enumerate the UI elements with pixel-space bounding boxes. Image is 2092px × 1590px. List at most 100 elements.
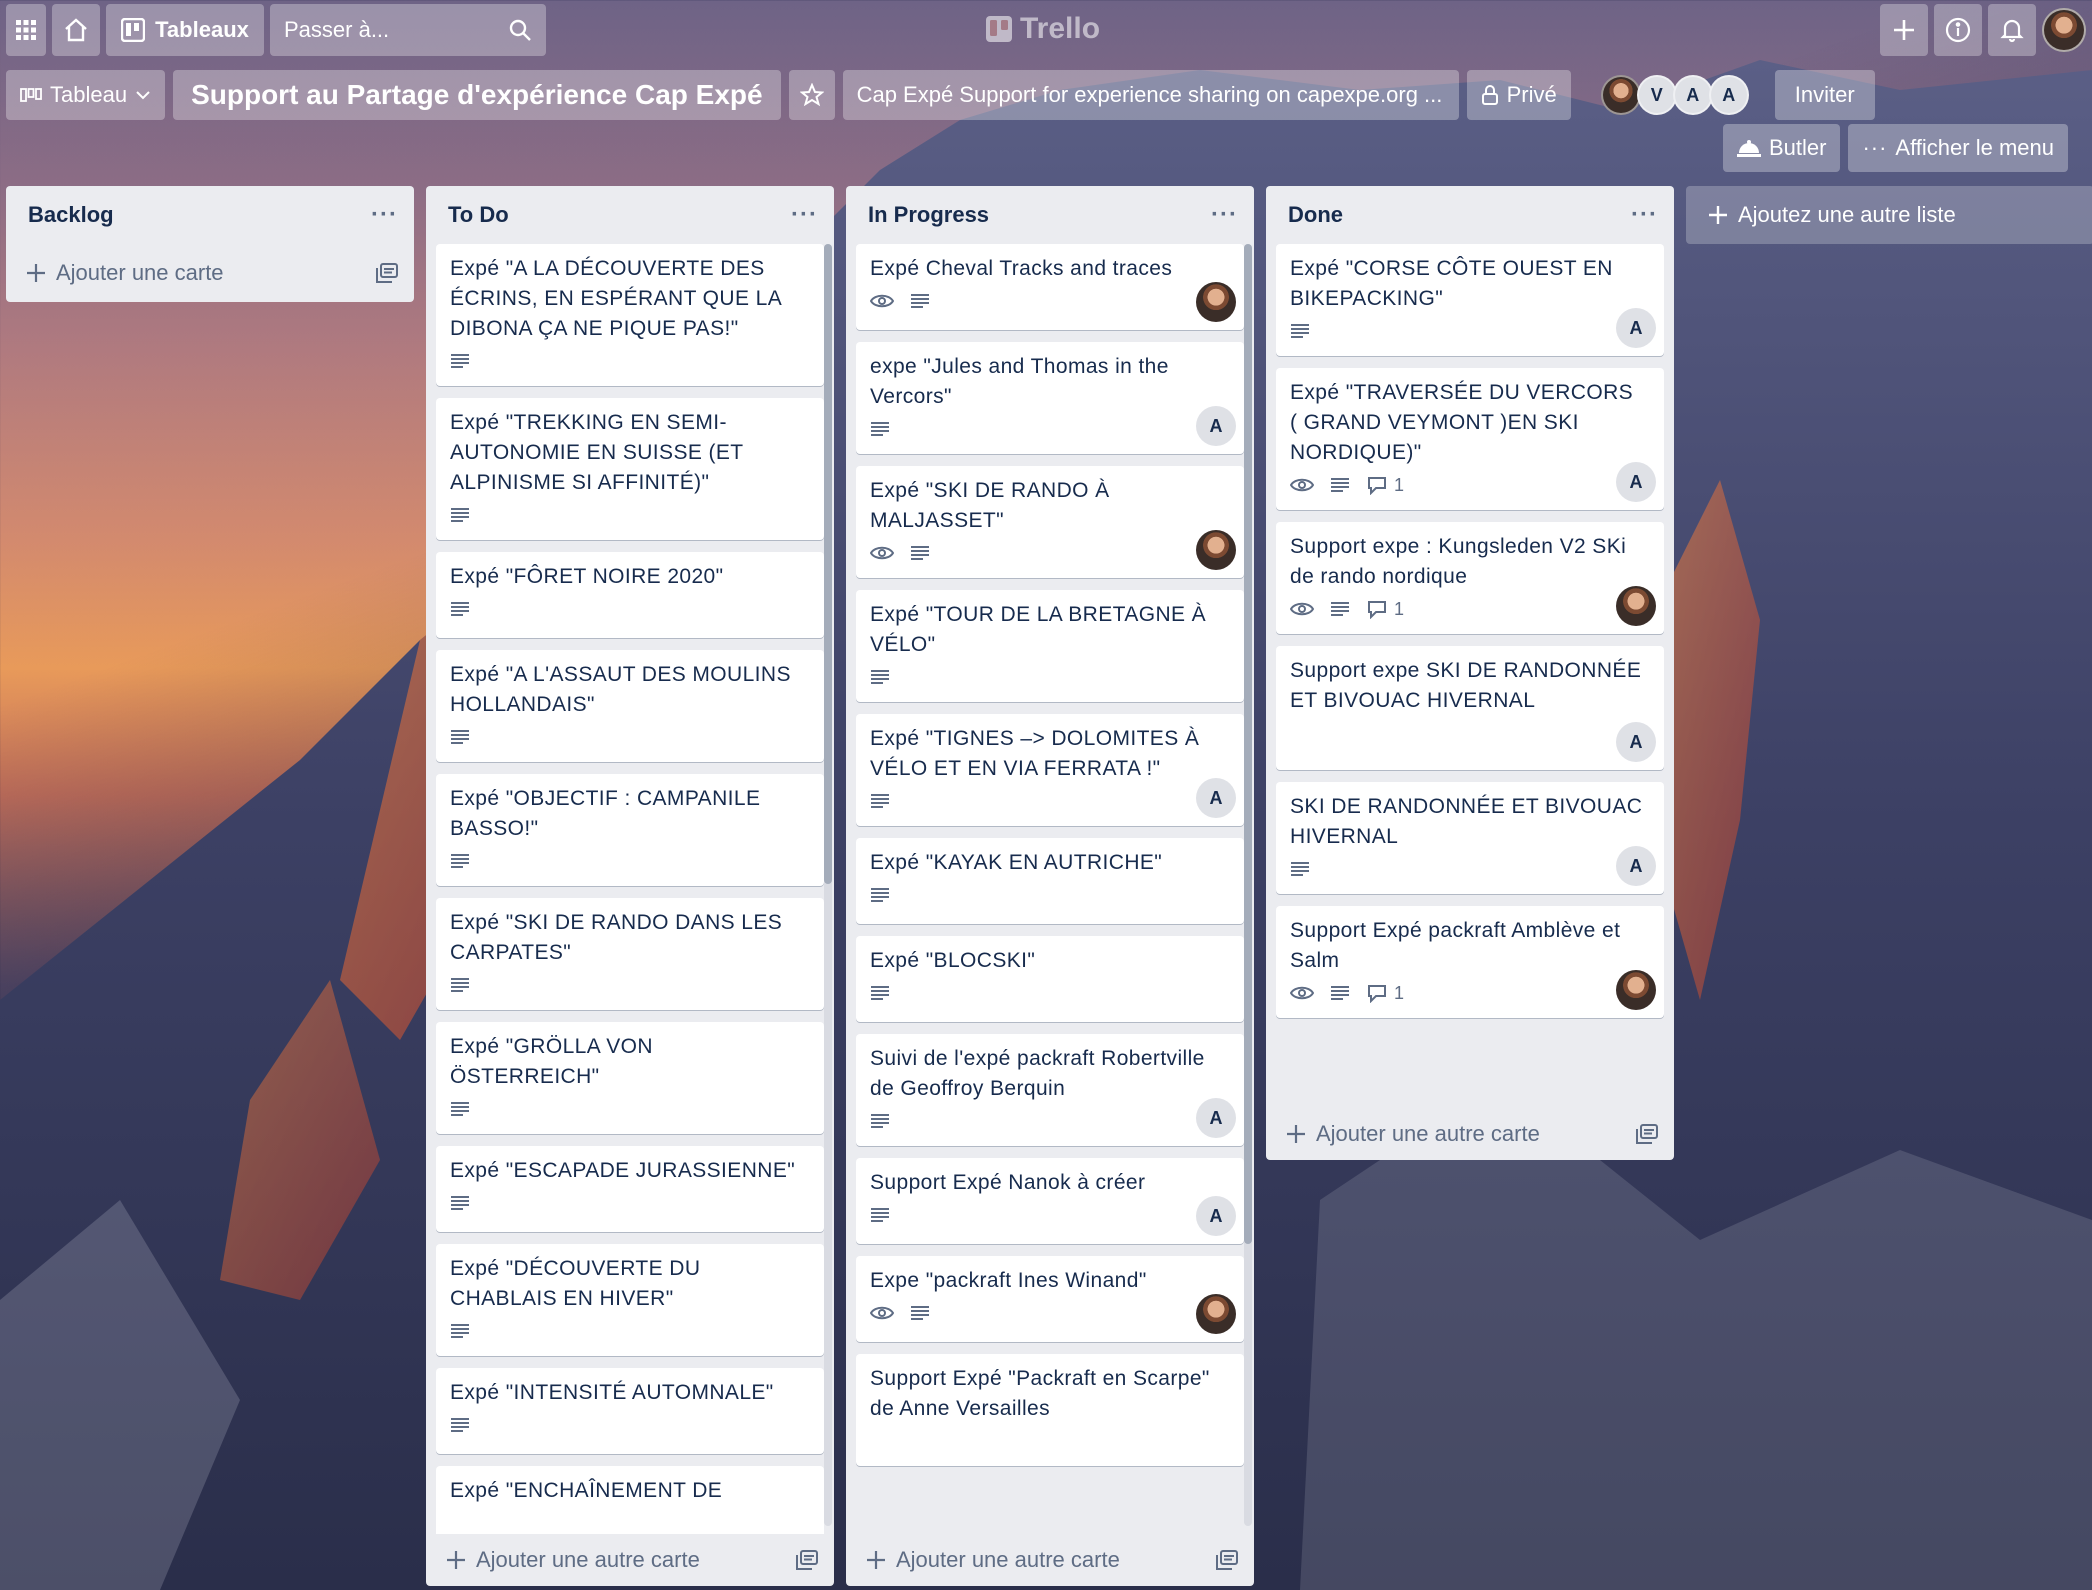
card[interactable]: Expé "FÔRET NOIRE 2020" [436, 552, 824, 638]
list-header[interactable]: In Progress ··· [846, 186, 1254, 244]
description-icon [450, 853, 470, 869]
list-menu-icon[interactable]: ··· [1211, 201, 1238, 229]
card-member-avatar[interactable]: A [1616, 846, 1656, 886]
star-button[interactable] [788, 70, 835, 120]
card[interactable]: Expé "TRAVERSÉE DU VERCORS ( GRAND VEYMO… [1276, 368, 1664, 510]
card-badges [870, 536, 1232, 570]
card[interactable]: Expé "TOUR DE LA BRETAGNE À VÉLO" [856, 590, 1244, 702]
invite-button[interactable]: Inviter [1774, 70, 1875, 120]
card-member-avatar[interactable] [1616, 970, 1656, 1010]
card[interactable]: Expé "INTENSITÉ AUTOMNALE" [436, 1368, 824, 1454]
card[interactable]: Expé "ESCAPADE JURASSIENNE" [436, 1146, 824, 1232]
list-title[interactable]: Backlog [28, 202, 114, 228]
description-icon [910, 545, 930, 561]
lock-icon [1481, 85, 1498, 105]
card[interactable]: Support Expé packraft Amblève et Salm 1 [1276, 906, 1664, 1018]
card-template-icon[interactable] [1636, 1124, 1658, 1144]
card[interactable]: Expé "SKI DE RANDO DANS LES CARPATES" [436, 898, 824, 1010]
description-icon [870, 1113, 890, 1129]
card-member-avatar[interactable]: A [1196, 778, 1236, 818]
card-member-avatar[interactable] [1196, 282, 1236, 322]
member-avatar[interactable]: A [1672, 75, 1713, 115]
info-button[interactable] [1934, 4, 1982, 56]
card-member-avatar[interactable]: A [1616, 722, 1656, 762]
add-list-button[interactable]: Ajoutez une autre liste [1686, 186, 2092, 244]
list-menu-icon[interactable]: ··· [371, 201, 398, 229]
boards-button[interactable]: Tableaux [106, 4, 264, 56]
card-template-icon[interactable] [796, 1550, 818, 1570]
list-header[interactable]: Backlog ··· [6, 186, 414, 244]
card[interactable]: Expé "KAYAK EN AUTRICHE" [856, 838, 1244, 924]
search-placeholder: Passer à... [284, 17, 390, 42]
card[interactable]: Expé "BLOCSKI" [856, 936, 1244, 1022]
card[interactable]: Support Expé "Packraft en Scarpe" de Ann… [856, 1354, 1244, 1466]
card-member-avatar[interactable] [1196, 530, 1236, 570]
trello-logo[interactable]: Trello [986, 12, 1100, 46]
card-member-avatar[interactable]: A [1196, 406, 1236, 446]
create-button[interactable] [1880, 4, 1928, 56]
card[interactable]: Expe "packraft Ines Winand" [856, 1256, 1244, 1342]
list-header[interactable]: To Do ··· [426, 186, 834, 244]
add-card-label: Ajouter une autre carte [1316, 1121, 1540, 1146]
card-badges [450, 1408, 812, 1442]
card-template-icon[interactable] [376, 263, 398, 283]
search-input[interactable]: Passer à... [270, 4, 546, 56]
member-avatar[interactable] [1600, 75, 1641, 115]
card[interactable]: Expé "GRÖLLA VON ÖSTERREICH" [436, 1022, 824, 1134]
card-member-avatar[interactable]: A [1196, 1098, 1236, 1138]
card-member-avatar[interactable]: A [1616, 462, 1656, 502]
member-avatar[interactable]: A [1708, 75, 1749, 115]
card[interactable]: Expé "A L'ASSAUT DES MOULINS HOLLANDAIS" [436, 650, 824, 762]
card[interactable]: Expé "SKI DE RANDO À MALJASSET" [856, 466, 1244, 578]
add-card-button[interactable]: Ajouter une autre carte [1266, 1108, 1674, 1160]
card-member-avatar[interactable] [1196, 1294, 1236, 1334]
list-menu-icon[interactable]: ··· [791, 201, 818, 229]
card-member-avatar[interactable]: A [1616, 308, 1656, 348]
list-menu-icon[interactable]: ··· [1631, 201, 1658, 229]
card[interactable]: expe "Jules and Thomas in the Vercors" A [856, 342, 1244, 454]
add-card-button[interactable]: Ajouter une autre carte [846, 1534, 1254, 1586]
apps-button[interactable] [6, 4, 46, 56]
list-scrollbar[interactable] [824, 244, 832, 1526]
comment-icon [1366, 599, 1388, 619]
card[interactable]: Suivi de l'expé packraft Robertville de … [856, 1034, 1244, 1146]
board-description[interactable]: Cap Expé Support for experience sharing … [842, 70, 1459, 120]
card[interactable]: Expé "TIGNES –> DOLOMITES À VÉLO ET EN V… [856, 714, 1244, 826]
card[interactable]: Support Expé Nanok à créer A [856, 1158, 1244, 1244]
list-header[interactable]: Done ··· [1266, 186, 1674, 244]
add-card-label: Ajouter une carte [56, 260, 224, 285]
board-title[interactable]: Support au Partage d'expérience Cap Expé [173, 70, 781, 120]
user-avatar[interactable] [2042, 8, 2086, 52]
card-member-avatar[interactable] [1616, 586, 1656, 626]
card[interactable]: Support expe SKI DE RANDONNÉE ET BIVOUAC… [1276, 646, 1664, 770]
scrollbar-thumb[interactable] [1244, 244, 1252, 1244]
butler-button[interactable]: Butler [1722, 124, 1841, 172]
card[interactable]: Expé "A LA DÉCOUVERTE DES ÉCRINS, EN ESP… [436, 244, 824, 386]
card[interactable]: Expé "DÉCOUVERTE DU CHABLAIS EN HIVER" [436, 1244, 824, 1356]
card-member-avatar[interactable]: A [1196, 1196, 1236, 1236]
add-card-button[interactable]: Ajouter une autre carte [426, 1534, 834, 1586]
card[interactable]: Expé Cheval Tracks and traces [856, 244, 1244, 330]
card[interactable]: Expé "CORSE CÔTE OUEST EN BIKEPACKING" A [1276, 244, 1664, 356]
scrollbar-thumb[interactable] [824, 244, 832, 884]
card[interactable]: Expé "TREKKING EN SEMI-AUTONOMIE EN SUIS… [436, 398, 824, 540]
card[interactable]: Support expe : Kungsleden V2 SKi de rand… [1276, 522, 1664, 634]
view-switcher[interactable]: Tableau [6, 70, 166, 120]
card[interactable]: Expé "ENCHAÎNEMENT DE [436, 1466, 824, 1534]
card[interactable]: Expé "OBJECTIF : CAMPANILE BASSO!" [436, 774, 824, 886]
list-scrollbar[interactable] [1244, 244, 1252, 1526]
card-badges [870, 1104, 1232, 1138]
home-button[interactable] [52, 4, 100, 56]
card[interactable]: SKI DE RANDONNÉE ET BIVOUAC HIVERNAL A [1276, 782, 1664, 894]
notifications-button[interactable] [1988, 4, 2036, 56]
card-template-icon[interactable] [1216, 1550, 1238, 1570]
list-title[interactable]: Done [1288, 202, 1343, 228]
add-card-button[interactable]: Ajouter une carte [6, 244, 414, 302]
list-title[interactable]: To Do [448, 202, 509, 228]
add-card-label: Ajouter une autre carte [896, 1547, 1120, 1572]
add-card-label-wrap: Ajouter une carte [26, 260, 224, 286]
show-menu-button[interactable]: ··· Afficher le menu [1848, 124, 2068, 172]
member-avatar[interactable]: V [1636, 75, 1677, 115]
list-title[interactable]: In Progress [868, 202, 989, 228]
visibility-button[interactable]: Privé [1466, 70, 1571, 120]
